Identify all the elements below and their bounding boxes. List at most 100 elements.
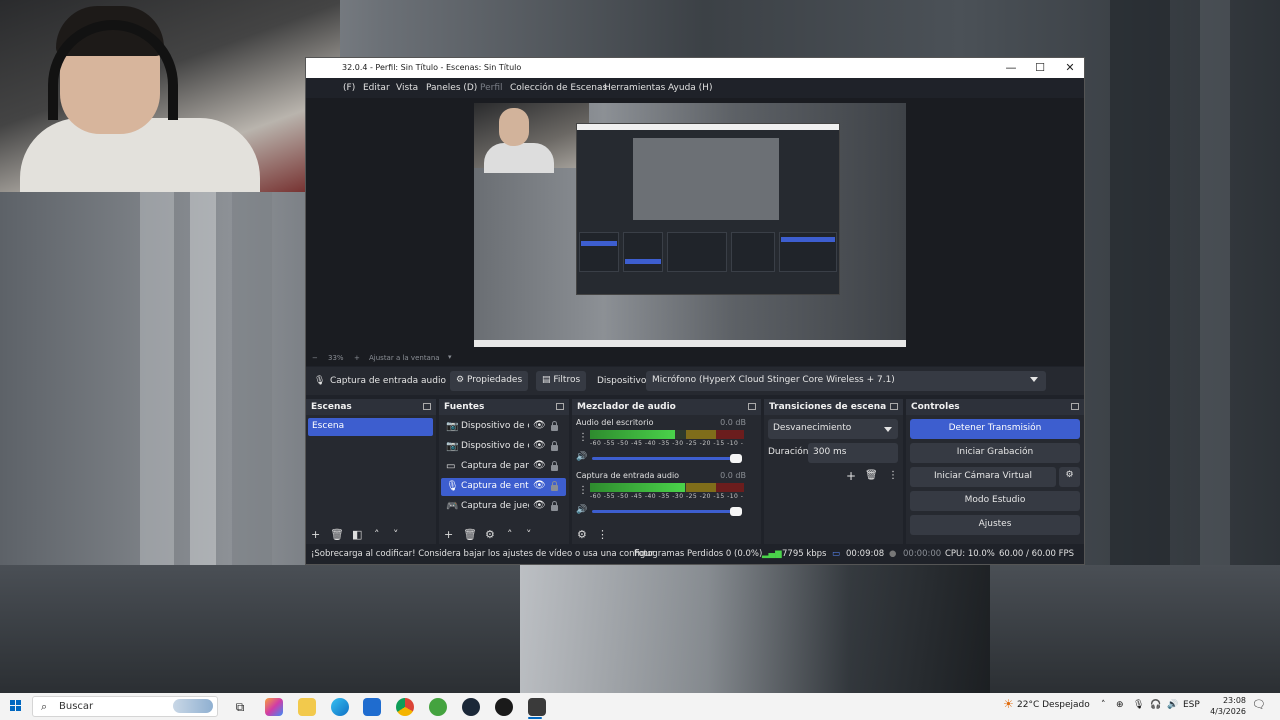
source-item[interactable]: 📷Dispositivo de ca 👁 xyxy=(441,418,566,436)
zoom-in-button[interactable]: + xyxy=(354,354,360,362)
menu-edit[interactable]: Editar xyxy=(363,83,390,93)
add-transition-button[interactable]: + xyxy=(846,469,856,483)
media-icon[interactable] xyxy=(528,698,546,716)
chevron-up-icon[interactable]: ˄ xyxy=(1101,700,1106,710)
windows-start-icon[interactable] xyxy=(10,700,22,712)
lock-icon[interactable] xyxy=(551,441,558,451)
properties-button[interactable]: ⚙ Propiedades xyxy=(450,371,529,391)
task-view-icon[interactable]: ⧉ xyxy=(231,698,249,716)
source-item[interactable]: 🎮Captura de juego 👁 xyxy=(441,498,566,516)
eye-icon[interactable]: 👁 xyxy=(533,440,546,451)
menu-profile[interactable]: Perfil xyxy=(480,83,503,93)
app-icon[interactable] xyxy=(429,698,447,716)
volume-meter xyxy=(590,430,744,439)
undock-icon[interactable] xyxy=(556,403,564,410)
chevron-down-icon[interactable]: ˅ xyxy=(393,528,399,541)
advanced-audio-icon[interactable]: ⚙ xyxy=(577,528,587,541)
slider-handle[interactable] xyxy=(730,454,742,463)
channel-db: 0.0 dB xyxy=(720,471,746,480)
eye-icon[interactable]: 👁 xyxy=(533,460,546,471)
virtual-camera-button[interactable]: Iniciar Cámara Virtual xyxy=(910,467,1056,487)
undock-icon[interactable] xyxy=(890,403,898,410)
sources-dock: Fuentes 📷Dispositivo de ca 👁 📷Dispositivo… xyxy=(439,399,569,544)
gear-icon[interactable]: ⚙ xyxy=(485,528,495,541)
filters-button[interactable]: ▤ Filtros xyxy=(536,371,587,391)
add-scene-button[interactable]: + xyxy=(311,528,320,541)
trash-icon[interactable]: 🗑 xyxy=(865,470,878,481)
source-item[interactable]: ▭ Captura de pant 👁 xyxy=(441,458,566,476)
microphone-icon[interactable]: 🎙 xyxy=(1133,700,1144,710)
add-source-button[interactable]: + xyxy=(444,528,453,541)
chevron-up-icon[interactable]: ˄ xyxy=(507,528,513,541)
weather-text[interactable]: 22°C Despejado xyxy=(1017,700,1090,710)
transitions-title: Transiciones de escena xyxy=(769,402,887,412)
weather-icon[interactable]: ☀ xyxy=(1003,697,1014,711)
trash-icon[interactable]: 🗑 xyxy=(330,528,344,541)
eye-icon[interactable]: 👁 xyxy=(533,500,546,511)
lock-icon[interactable] xyxy=(551,481,558,491)
notifications-icon[interactable]: 🗨 xyxy=(1252,698,1266,711)
dropped-frames: Fotogramas Perdidos 0 (0.0%) xyxy=(634,549,763,559)
undock-icon[interactable] xyxy=(423,403,431,410)
more-options-icon[interactable]: ⋮ xyxy=(578,432,588,443)
transition-select[interactable]: Desvanecimiento xyxy=(768,419,898,439)
menu-docks[interactable]: Paneles (D) xyxy=(426,83,477,93)
menu-view[interactable]: Vista xyxy=(396,83,418,93)
store-icon[interactable] xyxy=(363,698,381,716)
meter-level xyxy=(590,483,685,492)
chrome-icon[interactable] xyxy=(396,698,414,716)
studio-mode-button[interactable]: Modo Estudio xyxy=(910,491,1080,511)
slider-handle[interactable] xyxy=(730,507,742,516)
volume-slider[interactable] xyxy=(592,507,742,516)
edge-icon[interactable] xyxy=(331,698,349,716)
headset-icon[interactable]: 🎧 xyxy=(1150,700,1161,710)
scene-item[interactable]: Escena xyxy=(308,418,433,436)
steam-icon[interactable] xyxy=(462,698,480,716)
source-item[interactable]: 📷Dispositivo de ca 👁 xyxy=(441,438,566,456)
device-select[interactable]: Micrófono (HyperX Cloud Stinger Core Wir… xyxy=(646,371,1046,391)
maximize-button[interactable]: ☐ xyxy=(1025,60,1055,76)
speaker-icon[interactable]: 🔊 xyxy=(576,505,587,515)
clock[interactable]: 23:08 4/3/2026 xyxy=(1200,695,1246,717)
volume-icon[interactable]: 🔊 xyxy=(1167,700,1178,710)
volume-slider[interactable] xyxy=(592,454,742,463)
gear-icon[interactable]: ⚙ xyxy=(1059,467,1080,487)
source-item-selected[interactable]: 🎙Captura de entra 👁 xyxy=(441,478,566,496)
lock-icon[interactable] xyxy=(551,461,558,471)
taskbar-search[interactable]: ⌕ Buscar xyxy=(32,696,218,717)
eye-icon[interactable]: 👁 xyxy=(533,480,546,491)
start-recording-button[interactable]: Iniciar Grabación xyxy=(910,443,1080,463)
menu-tools[interactable]: Herramientas xyxy=(604,83,665,93)
lock-icon[interactable] xyxy=(551,421,558,431)
stop-streaming-button[interactable]: Detener Transmisión xyxy=(910,419,1080,439)
obs-icon[interactable] xyxy=(495,698,513,716)
settings-button[interactable]: Ajustes xyxy=(910,515,1080,535)
menu-help[interactable]: Ayuda (H) xyxy=(668,83,712,93)
eye-icon[interactable]: 👁 xyxy=(533,420,546,431)
chevron-down-icon[interactable]: ▾ xyxy=(448,353,452,361)
undock-icon[interactable] xyxy=(748,403,756,410)
undock-icon[interactable] xyxy=(1071,403,1079,410)
menu-scene-collection[interactable]: Colección de Escenas xyxy=(510,83,607,93)
fit-window-label[interactable]: Ajustar a la ventana xyxy=(369,354,440,362)
file-explorer-icon[interactable] xyxy=(298,698,316,716)
close-button[interactable]: ✕ xyxy=(1055,60,1085,76)
duration-input[interactable]: 300 ms xyxy=(808,443,898,463)
chevron-down-icon[interactable]: ˅ xyxy=(526,528,532,541)
speaker-icon[interactable]: 🔊 xyxy=(576,452,587,462)
trash-icon[interactable]: 🗑 xyxy=(463,528,477,541)
program-preview[interactable] xyxy=(474,103,906,347)
language-indicator[interactable]: ESP xyxy=(1183,700,1200,710)
scene-filters-icon[interactable]: ◧ xyxy=(352,528,362,541)
more-options-icon[interactable]: ⋮ xyxy=(597,528,608,541)
more-options-icon[interactable]: ⋮ xyxy=(578,485,588,496)
lock-icon[interactable] xyxy=(551,501,558,511)
minimize-button[interactable]: — xyxy=(996,60,1026,76)
more-options-icon[interactable]: ⋮ xyxy=(888,470,898,481)
menu-file[interactable]: (F) xyxy=(343,83,355,93)
copilot-icon[interactable] xyxy=(265,698,283,716)
zoom-out-button[interactable]: − xyxy=(312,354,318,362)
chevron-up-icon[interactable]: ˄ xyxy=(374,528,380,541)
obs-window: 32.0.4 - Perfil: Sin Título - Escenas: S… xyxy=(305,57,1085,565)
network-icon[interactable]: ⊕ xyxy=(1116,700,1124,710)
